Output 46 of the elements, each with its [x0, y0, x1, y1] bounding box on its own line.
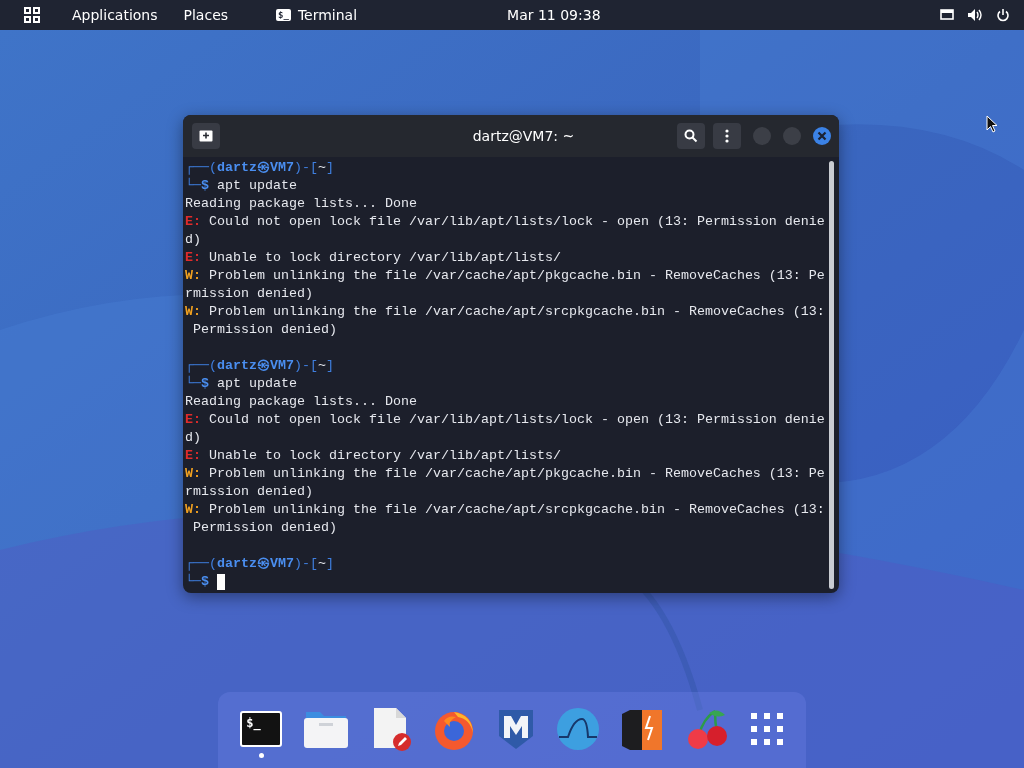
- terminal-line: Permission denied): [192, 321, 337, 339]
- search-icon: [684, 129, 698, 143]
- search-button[interactable]: [677, 123, 705, 149]
- window-title: dartz@VM7: ~: [471, 128, 576, 144]
- terminal-line: ┌──(dartz㉿VM7)-[~]: [185, 555, 334, 573]
- terminal-line: └─$ apt update: [185, 177, 297, 195]
- terminal-line: d): [185, 231, 201, 249]
- apps-grid-icon[interactable]: [24, 7, 40, 23]
- clock[interactable]: Mar 11 09:38: [507, 7, 601, 23]
- volume-icon[interactable]: [967, 8, 983, 22]
- shark-fin-icon[interactable]: [555, 706, 600, 751]
- terminal-line: E: Could not open lock file /var/lib/apt/lists/lock - open (13: Permission denie: [185, 411, 825, 429]
- terminal-line: └─$ apt update: [185, 375, 297, 393]
- terminal-line: d): [185, 429, 201, 447]
- menu-icon: [725, 129, 729, 143]
- terminal-line: rmission denied): [185, 483, 313, 501]
- terminal-line: E: Unable to lock directory /var/lib/apt/lists/: [185, 249, 561, 267]
- power-icon[interactable]: [996, 8, 1010, 22]
- terminal-line: W: Problem unlinking the file /var/cache/apt/pkgcache.bin - RemoveCaches (13: Pe: [185, 267, 825, 285]
- terminal-icon[interactable]: $_: [240, 710, 283, 747]
- top-menu[interactable]: Places: [183, 7, 229, 23]
- close-button[interactable]: [813, 127, 831, 145]
- terminal-line: Reading package lists... Done: [185, 393, 417, 411]
- terminal-line: Permission denied): [192, 519, 337, 537]
- terminal-line: W: Problem unlinking the file /var/cache/apt/pkgcache.bin - RemoveCaches (13: Pe: [185, 465, 825, 483]
- text-cursor: [217, 574, 225, 590]
- menu-button[interactable]: [713, 123, 741, 149]
- terminal-line: ┌──(dartz㉿VM7)-[~]: [185, 159, 334, 177]
- terminal-line: W: Problem unlinking the file /var/cache/apt/srcpkgcache.bin - RemoveCaches (13:: [185, 501, 825, 519]
- terminal-line: ┌──(dartz㉿VM7)-[~]: [185, 357, 334, 375]
- terminal-line: W: Problem unlinking the file /var/cache/apt/srcpkgcache.bin - RemoveCaches (13:: [185, 303, 825, 321]
- scrollbar[interactable]: [829, 161, 834, 589]
- terminal-line: E: Unable to lock directory /var/lib/apt/lists/: [185, 447, 561, 465]
- new-tab-button[interactable]: [192, 123, 220, 149]
- lightning-box-icon[interactable]: [620, 707, 665, 750]
- display-icon[interactable]: [940, 9, 954, 21]
- app-grid-icon[interactable]: [749, 711, 784, 746]
- terminal-line: └─$: [185, 573, 209, 591]
- terminal-line: rmission denied): [185, 285, 313, 303]
- terminal-app-icon: $_: [276, 9, 291, 21]
- active-app-label[interactable]: Terminal: [297, 7, 358, 23]
- top-menu[interactable]: Applications: [72, 7, 158, 23]
- terminal-line: E: Could not open lock file /var/lib/apt/lists/lock - open (13: Permission denie: [185, 213, 825, 231]
- terminal-line: Reading package lists... Done: [185, 195, 417, 213]
- new-tab-icon: [199, 130, 213, 142]
- mouse-pointer-icon: [986, 115, 998, 133]
